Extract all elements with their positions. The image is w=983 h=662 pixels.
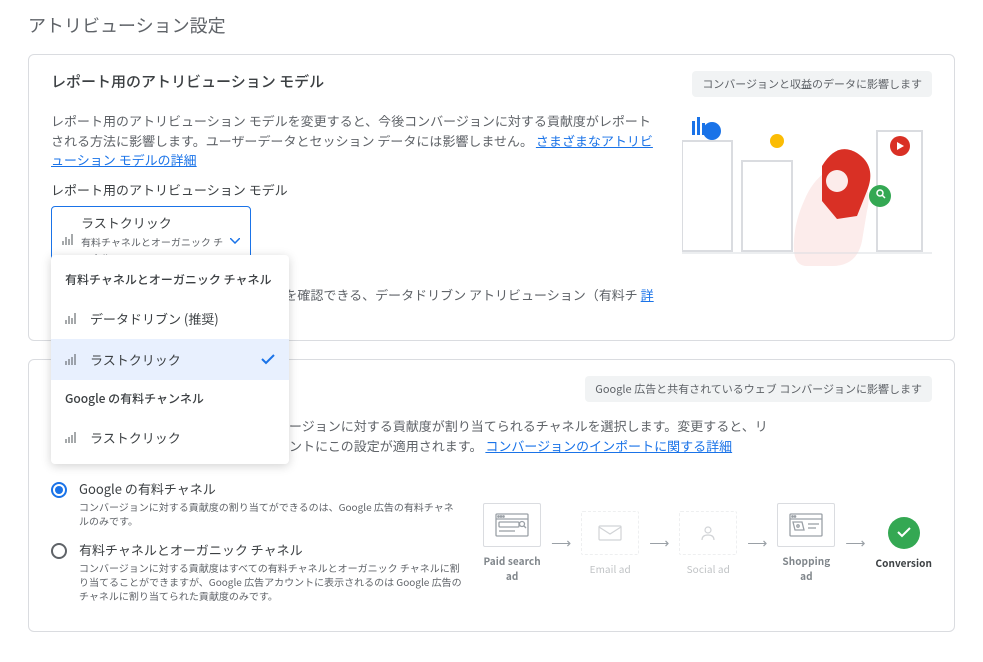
radio-google-paid[interactable]: Google の有料チャネル コンバージョンに対する貢献度の割り当てができるのは… bbox=[51, 479, 463, 528]
arrow-icon: ⟶ bbox=[649, 533, 669, 553]
card1-badge: コンバージョンと収益のデータに影響します bbox=[692, 71, 932, 97]
dropdown-group-paid-organic: 有料チャネルとオーガニック チャネル bbox=[51, 261, 289, 298]
tile-shopping bbox=[777, 503, 835, 547]
tile-social bbox=[679, 511, 737, 555]
conversion-icon bbox=[888, 517, 920, 549]
card2-badge: Google 広告と共有されているウェブ コンバージョンに影響します bbox=[585, 376, 932, 402]
funnel-label: Shopping ad bbox=[777, 553, 835, 583]
funnel-label: Conversion bbox=[875, 555, 932, 570]
arrow-icon: ⟶ bbox=[845, 533, 865, 553]
illustration bbox=[682, 111, 932, 324]
arrow-icon: ⟶ bbox=[551, 533, 571, 553]
card1-description: レポート用のアトリビューション モデルを変更すると、今後コンバージョンに対する貢… bbox=[51, 111, 662, 170]
radio-icon bbox=[51, 482, 67, 498]
attribution-model-dropdown: 有料チャネルとオーガニック チャネル データドリブン (推奨) ラストクリック … bbox=[51, 255, 289, 464]
bars-icon bbox=[62, 234, 73, 245]
funnel-label: Social ad bbox=[687, 561, 730, 576]
bars-icon bbox=[65, 432, 76, 443]
check-icon bbox=[261, 350, 275, 369]
dropdown-option-last-click-1[interactable]: ラストクリック bbox=[51, 339, 289, 380]
tile-paid-search bbox=[483, 503, 541, 547]
radio-icon bbox=[51, 543, 67, 559]
chevron-down-icon bbox=[230, 229, 240, 250]
funnel-label: Paid search ad bbox=[483, 553, 541, 583]
radio-paid-organic[interactable]: 有料チャネルとオーガニック チャネル コンバージョンに対する貢献度はすべての有料… bbox=[51, 540, 463, 603]
card1-title: レポート用のアトリビューション モデル bbox=[51, 71, 324, 92]
dropdown-option-last-click-2[interactable]: ラストクリック bbox=[51, 417, 289, 458]
dropdown-group-google-paid: Google の有料チャンネル bbox=[51, 380, 289, 417]
card2-description: ージョンに対する貢献度が割り当てられるチャネルを選択します。変更すると、リ ント… bbox=[289, 416, 932, 455]
select-label: レポート用のアトリビューション モデル bbox=[51, 180, 662, 201]
tile-email bbox=[581, 511, 639, 555]
import-learn-more-link[interactable]: コンバージョンのインポートに関する詳細 bbox=[485, 436, 732, 455]
funnel-diagram: Paid search ad ⟶ Email ad ⟶ Social ad ⟶ … bbox=[483, 471, 932, 615]
arrow-icon: ⟶ bbox=[747, 533, 767, 553]
bars-icon bbox=[65, 313, 76, 324]
dropdown-option-data-driven[interactable]: データドリブン (推奨) bbox=[51, 298, 289, 339]
page-title: アトリビューション設定 bbox=[28, 12, 955, 38]
funnel-label: Email ad bbox=[590, 561, 631, 576]
bars-icon bbox=[65, 354, 76, 365]
card-reporting-model: レポート用のアトリビューション モデル コンバージョンと収益のデータに影響します… bbox=[28, 54, 955, 341]
